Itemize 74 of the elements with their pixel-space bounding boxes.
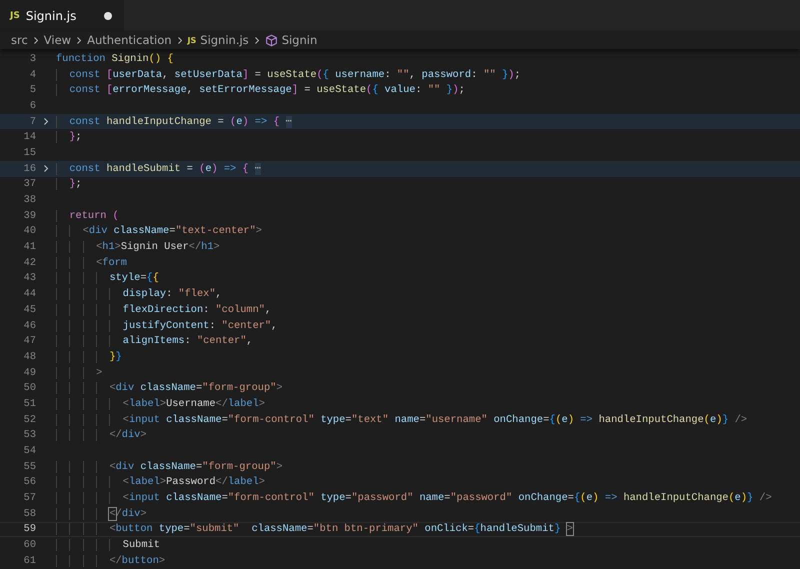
line-number: 50 — [22, 382, 36, 394]
line-number: 59 — [22, 523, 36, 536]
line-number: 5 — [28, 84, 36, 96]
line-number: 48 — [22, 350, 36, 363]
code-line: <input className="form-control" type="password" name="password" onChange={(e) => handleInputChange(e)} /> — [56, 492, 772, 504]
code-line: </button> — [56, 554, 166, 567]
code-line: }} — [56, 350, 122, 363]
chevron-right-icon — [76, 36, 82, 44]
code-line: <label>Username</label> — [56, 398, 265, 410]
chevron-right-icon — [176, 36, 183, 44]
line-number: 4 — [28, 68, 36, 81]
code-line: > — [56, 366, 102, 379]
code-line: <button type="submit" className="btn btn-primary" onClick={handleSubmit} > — [56, 523, 573, 536]
line-number: 44 — [22, 288, 36, 300]
code-line: <input className="form-control" type="text" name="username" onChange={(e) => handleInputChange(e)} /> — [56, 414, 748, 426]
line-number: 57 — [22, 492, 36, 504]
line-number: 56 — [22, 476, 36, 488]
breadcrumb-item[interactable]: JS Signin.js — [188, 33, 249, 47]
line-number: 51 — [22, 398, 36, 410]
code-line: <div className="form-group"> — [56, 382, 282, 394]
line-number: 49 — [22, 366, 36, 379]
line-number: 7 — [28, 116, 36, 128]
code-line: <h1>Signin User</h1> — [56, 241, 220, 254]
chevron-right-icon — [32, 36, 39, 44]
line-number: 53 — [22, 429, 36, 442]
line-number: 37 — [22, 178, 36, 190]
breadcrumb-item[interactable]: src — [11, 33, 28, 47]
code-line: <div className="form-group"> — [56, 460, 282, 473]
line-number: 16 — [22, 162, 36, 175]
line-number: 6 — [28, 100, 36, 112]
line-number: 58 — [22, 508, 36, 520]
line-number: 47 — [22, 335, 36, 348]
code-line: flexDirection: "column", — [56, 304, 272, 316]
line-number: 55 — [22, 460, 36, 473]
code-line: const handleSubmit = (e) => { ⋯ — [56, 162, 261, 176]
code-line: function Signin() { — [56, 52, 174, 65]
line-number: 14 — [22, 131, 36, 144]
line-number: 45 — [22, 304, 36, 316]
code-line: }; — [56, 131, 82, 144]
breadcrumb-item[interactable]: Signin — [264, 33, 318, 47]
file-tab[interactable]: JS Signin.js — [0, 0, 124, 31]
code-line: <div className="text-center"> — [56, 225, 262, 238]
line-number: 61 — [22, 554, 36, 567]
code-line: alignItems: "center", — [56, 335, 253, 348]
line-number: 43 — [22, 272, 36, 284]
code-line: const [userData, setUserData] = useState({ username: "", password: "" }); — [56, 68, 521, 81]
line-number: 42 — [22, 256, 36, 269]
line-number: 54 — [22, 445, 36, 458]
code-line: justifyContent: "center", — [56, 320, 278, 332]
chevron-right-icon — [254, 36, 260, 44]
code-line: return ( — [56, 210, 119, 222]
line-number: 41 — [22, 241, 36, 254]
code-line: const [errorMessage, setErrorMessage] = useState({ value: "" }); — [56, 84, 465, 96]
line-number: 60 — [22, 539, 36, 552]
code-line: style={{ — [56, 272, 159, 284]
line-number: 3 — [28, 52, 36, 65]
code-line: }; — [56, 178, 82, 190]
chevron-right-icon[interactable] — [43, 164, 49, 174]
code-line: const handleInputChange = (e) => { ⋯ — [56, 115, 292, 128]
breadcrumb-item[interactable]: Authentication — [87, 33, 172, 47]
line-number: 40 — [22, 225, 36, 238]
line-number: 38 — [22, 194, 36, 206]
line-number: 39 — [22, 210, 36, 222]
code-line: display: "flex", — [56, 288, 222, 300]
breadcrumb-item[interactable]: View — [44, 33, 72, 47]
code-line: Submit — [56, 539, 160, 552]
code-line: <label>Password</label> — [56, 476, 265, 488]
line-number: 15 — [22, 146, 36, 159]
cube-icon — [264, 34, 278, 46]
line-number: 52 — [22, 414, 36, 426]
chevron-right-icon[interactable] — [43, 117, 49, 126]
code-line: </div> — [56, 429, 147, 442]
code-line: <form — [56, 256, 127, 269]
line-number: 46 — [22, 320, 36, 332]
